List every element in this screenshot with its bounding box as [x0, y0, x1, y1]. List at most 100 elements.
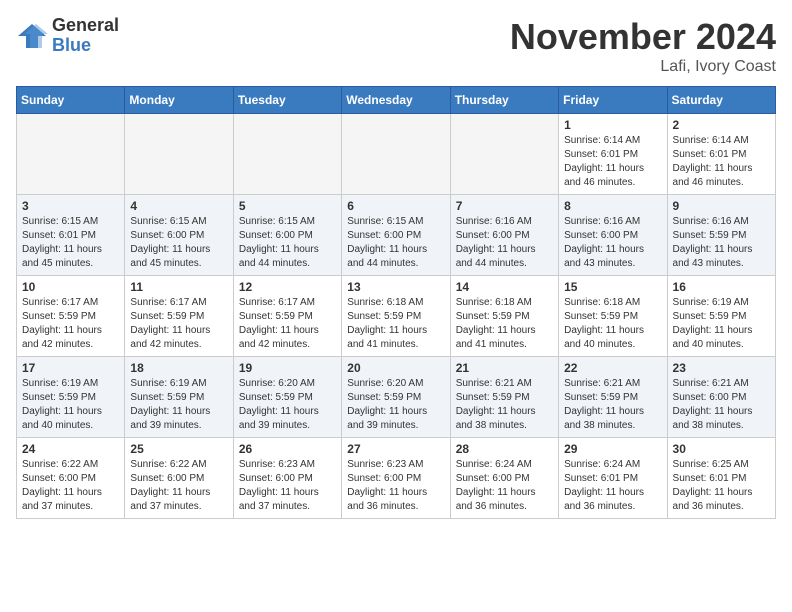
- day-details: Sunrise: 6:24 AM Sunset: 6:00 PM Dayligh…: [456, 458, 553, 514]
- day-number: 23: [673, 361, 770, 375]
- day-details: Sunrise: 6:22 AM Sunset: 6:00 PM Dayligh…: [130, 458, 227, 514]
- day-number: 9: [673, 199, 770, 213]
- day-number: 17: [22, 361, 119, 375]
- calendar-cell: 10 Sunrise: 6:17 AM Sunset: 5:59 PM Dayli…: [17, 276, 125, 357]
- calendar-cell: 25 Sunrise: 6:22 AM Sunset: 6:00 PM Dayli…: [125, 438, 233, 519]
- calendar-header-row: SundayMondayTuesdayWednesdayThursdayFrid…: [17, 87, 776, 114]
- day-details: Sunrise: 6:17 AM Sunset: 5:59 PM Dayligh…: [239, 296, 336, 352]
- day-number: 7: [456, 199, 553, 213]
- day-details: Sunrise: 6:21 AM Sunset: 5:59 PM Dayligh…: [564, 377, 661, 433]
- day-number: 22: [564, 361, 661, 375]
- day-number: 29: [564, 442, 661, 456]
- day-details: Sunrise: 6:22 AM Sunset: 6:00 PM Dayligh…: [22, 458, 119, 514]
- day-details: Sunrise: 6:20 AM Sunset: 5:59 PM Dayligh…: [239, 377, 336, 433]
- calendar-cell: 21 Sunrise: 6:21 AM Sunset: 5:59 PM Dayli…: [450, 357, 558, 438]
- day-number: 18: [130, 361, 227, 375]
- calendar-day-header: Saturday: [667, 87, 775, 114]
- calendar-cell: 7Sunrise: 6:16 AM Sunset: 6:00 PM Daylig…: [450, 195, 558, 276]
- day-number: 16: [673, 280, 770, 294]
- day-number: 5: [239, 199, 336, 213]
- logo-icon: [16, 22, 48, 50]
- day-number: 14: [456, 280, 553, 294]
- day-details: Sunrise: 6:17 AM Sunset: 5:59 PM Dayligh…: [130, 296, 227, 352]
- calendar-cell: 5 Sunrise: 6:15 AM Sunset: 6:00 PM Daylig…: [233, 195, 341, 276]
- day-number: 21: [456, 361, 553, 375]
- calendar-week-row: 17 Sunrise: 6:19 AM Sunset: 5:59 PM Dayli…: [17, 357, 776, 438]
- day-number: 15: [564, 280, 661, 294]
- day-details: Sunrise: 6:19 AM Sunset: 5:59 PM Dayligh…: [130, 377, 227, 433]
- calendar-week-row: 1 Sunrise: 6:14 AM Sunset: 6:01 PM Daylig…: [17, 114, 776, 195]
- calendar-cell: 17Sunrise: 6:19 AM Sunset: 5:59 PM Dayli…: [17, 357, 125, 438]
- calendar-cell: 13 Sunrise: 6:18 AM Sunset: 5:59 PM Dayli…: [342, 276, 450, 357]
- day-number: 30: [673, 442, 770, 456]
- location: Lafi, Ivory Coast: [510, 58, 776, 76]
- day-details: Sunrise: 6:23 AM Sunset: 6:00 PM Dayligh…: [239, 458, 336, 514]
- day-number: 2: [673, 118, 770, 132]
- day-details: Sunrise: 6:14 AM Sunset: 6:01 PM Dayligh…: [673, 134, 770, 190]
- calendar-cell: 12 Sunrise: 6:17 AM Sunset: 5:59 PM Dayli…: [233, 276, 341, 357]
- day-number: 1: [564, 118, 661, 132]
- day-number: 12: [239, 280, 336, 294]
- calendar-cell: 4 Sunrise: 6:15 AM Sunset: 6:00 PM Daylig…: [125, 195, 233, 276]
- calendar-day-header: Monday: [125, 87, 233, 114]
- calendar-week-row: 3Sunrise: 6:15 AM Sunset: 6:01 PM Daylig…: [17, 195, 776, 276]
- calendar-cell: 14Sunrise: 6:18 AM Sunset: 5:59 PM Dayli…: [450, 276, 558, 357]
- calendar-day-header: Friday: [559, 87, 667, 114]
- calendar-day-header: Thursday: [450, 87, 558, 114]
- calendar-cell: 26 Sunrise: 6:23 AM Sunset: 6:00 PM Dayli…: [233, 438, 341, 519]
- day-number: 13: [347, 280, 444, 294]
- calendar-day-header: Tuesday: [233, 87, 341, 114]
- day-number: 10: [22, 280, 119, 294]
- calendar-cell: 11 Sunrise: 6:17 AM Sunset: 5:59 PM Dayli…: [125, 276, 233, 357]
- day-details: Sunrise: 6:25 AM Sunset: 6:01 PM Dayligh…: [673, 458, 770, 514]
- day-details: Sunrise: 6:16 AM Sunset: 5:59 PM Dayligh…: [673, 215, 770, 271]
- calendar-cell: [342, 114, 450, 195]
- logo: General Blue: [16, 16, 119, 56]
- day-details: Sunrise: 6:19 AM Sunset: 5:59 PM Dayligh…: [673, 296, 770, 352]
- day-number: 3: [22, 199, 119, 213]
- day-details: Sunrise: 6:15 AM Sunset: 6:00 PM Dayligh…: [239, 215, 336, 271]
- day-number: 26: [239, 442, 336, 456]
- day-number: 19: [239, 361, 336, 375]
- calendar-cell: 6 Sunrise: 6:15 AM Sunset: 6:00 PM Daylig…: [342, 195, 450, 276]
- calendar-cell: 30 Sunrise: 6:25 AM Sunset: 6:01 PM Dayli…: [667, 438, 775, 519]
- day-details: Sunrise: 6:14 AM Sunset: 6:01 PM Dayligh…: [564, 134, 661, 190]
- calendar-cell: [125, 114, 233, 195]
- title-block: November 2024 Lafi, Ivory Coast: [510, 16, 776, 76]
- calendar-cell: 20 Sunrise: 6:20 AM Sunset: 5:59 PM Dayli…: [342, 357, 450, 438]
- day-details: Sunrise: 6:17 AM Sunset: 5:59 PM Dayligh…: [22, 296, 119, 352]
- logo-blue: Blue: [52, 36, 119, 56]
- page-header: General Blue November 2024 Lafi, Ivory C…: [16, 16, 776, 76]
- calendar-cell: 1 Sunrise: 6:14 AM Sunset: 6:01 PM Daylig…: [559, 114, 667, 195]
- day-number: 11: [130, 280, 227, 294]
- calendar-cell: 23Sunrise: 6:21 AM Sunset: 6:00 PM Dayli…: [667, 357, 775, 438]
- calendar-cell: 29 Sunrise: 6:24 AM Sunset: 6:01 PM Dayli…: [559, 438, 667, 519]
- day-number: 6: [347, 199, 444, 213]
- calendar-cell: 22 Sunrise: 6:21 AM Sunset: 5:59 PM Dayli…: [559, 357, 667, 438]
- calendar-week-row: 24 Sunrise: 6:22 AM Sunset: 6:00 PM Dayli…: [17, 438, 776, 519]
- day-number: 25: [130, 442, 227, 456]
- calendar-week-row: 10 Sunrise: 6:17 AM Sunset: 5:59 PM Dayli…: [17, 276, 776, 357]
- day-details: Sunrise: 6:18 AM Sunset: 5:59 PM Dayligh…: [347, 296, 444, 352]
- day-details: Sunrise: 6:24 AM Sunset: 6:01 PM Dayligh…: [564, 458, 661, 514]
- calendar-cell: 3Sunrise: 6:15 AM Sunset: 6:01 PM Daylig…: [17, 195, 125, 276]
- calendar-cell: 16 Sunrise: 6:19 AM Sunset: 5:59 PM Dayli…: [667, 276, 775, 357]
- day-number: 8: [564, 199, 661, 213]
- calendar-cell: 8 Sunrise: 6:16 AM Sunset: 6:00 PM Daylig…: [559, 195, 667, 276]
- calendar-cell: 27Sunrise: 6:23 AM Sunset: 6:00 PM Dayli…: [342, 438, 450, 519]
- day-number: 24: [22, 442, 119, 456]
- day-number: 28: [456, 442, 553, 456]
- calendar-day-header: Sunday: [17, 87, 125, 114]
- day-number: 27: [347, 442, 444, 456]
- day-number: 4: [130, 199, 227, 213]
- day-number: 20: [347, 361, 444, 375]
- day-details: Sunrise: 6:15 AM Sunset: 6:00 PM Dayligh…: [347, 215, 444, 271]
- day-details: Sunrise: 6:21 AM Sunset: 5:59 PM Dayligh…: [456, 377, 553, 433]
- calendar-cell: 19 Sunrise: 6:20 AM Sunset: 5:59 PM Dayli…: [233, 357, 341, 438]
- day-details: Sunrise: 6:20 AM Sunset: 5:59 PM Dayligh…: [347, 377, 444, 433]
- calendar-cell: 9 Sunrise: 6:16 AM Sunset: 5:59 PM Daylig…: [667, 195, 775, 276]
- calendar-day-header: Wednesday: [342, 87, 450, 114]
- calendar-cell: 24 Sunrise: 6:22 AM Sunset: 6:00 PM Dayli…: [17, 438, 125, 519]
- day-details: Sunrise: 6:16 AM Sunset: 6:00 PM Dayligh…: [564, 215, 661, 271]
- day-details: Sunrise: 6:15 AM Sunset: 6:00 PM Dayligh…: [130, 215, 227, 271]
